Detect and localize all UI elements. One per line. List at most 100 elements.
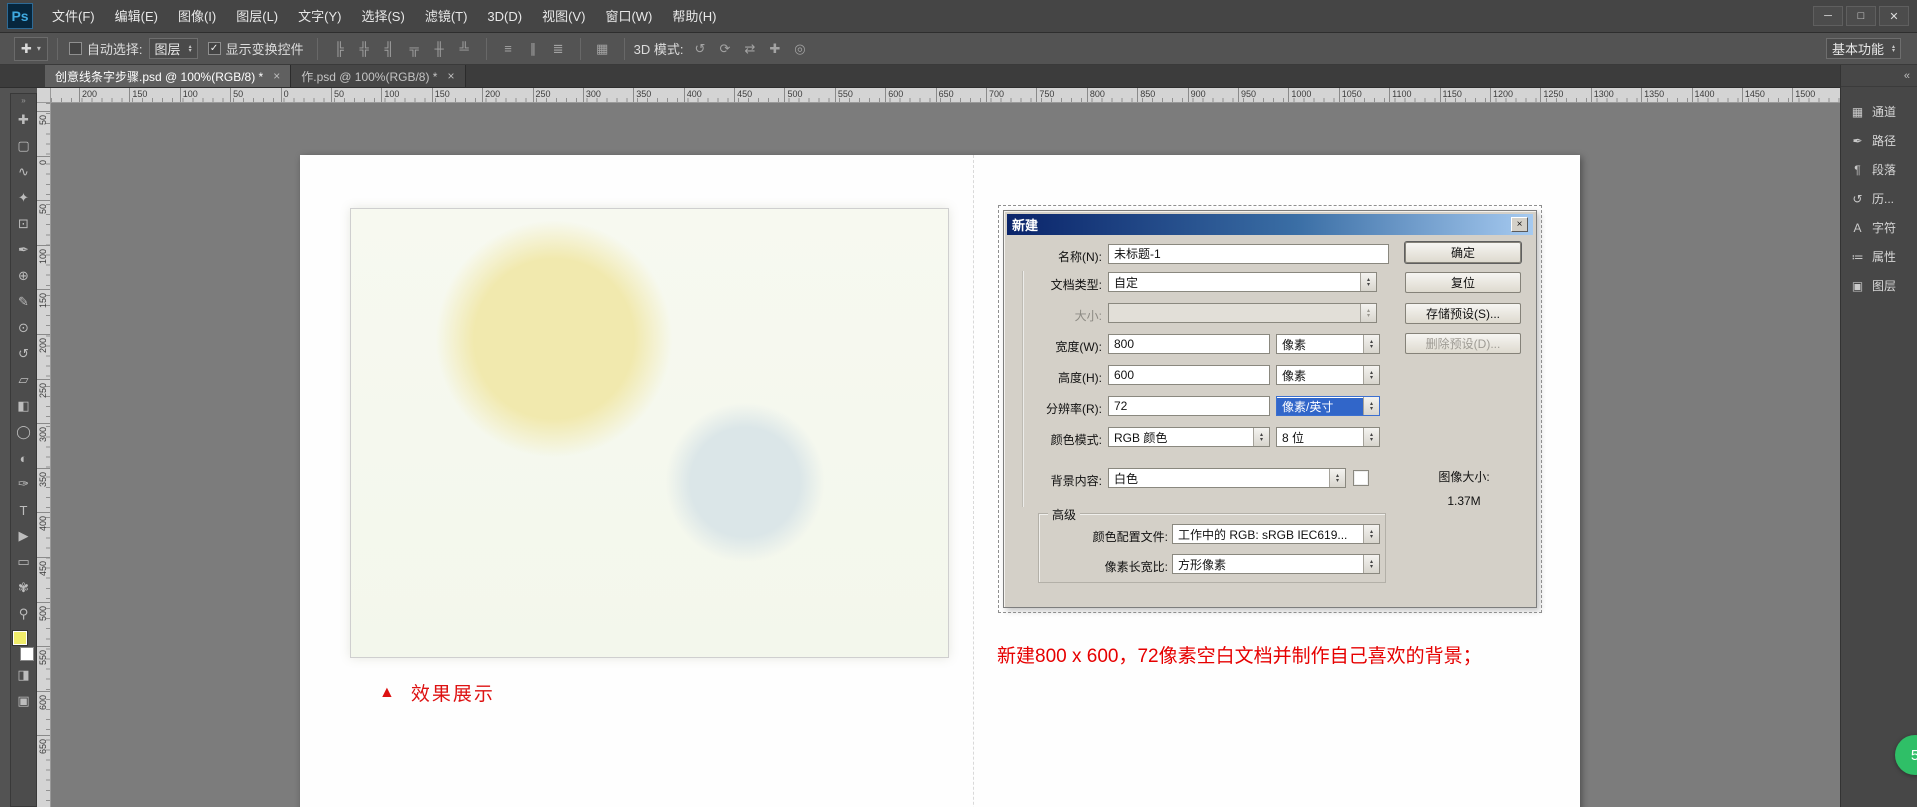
tool-button[interactable]: ⊡ — [11, 211, 36, 237]
tool-button[interactable]: ✚ — [11, 107, 36, 133]
menu-item[interactable]: 文字(Y) — [288, 0, 351, 33]
document-tab-active[interactable]: 创意线条字步骤.psd @ 100%(RGB/8) * × — [45, 65, 291, 87]
3d-mode-icon[interactable]: ◎ — [787, 41, 812, 57]
tool-icon: ▱ — [19, 372, 29, 388]
dock-panel-button[interactable]: ▦ 通道 — [1841, 97, 1917, 126]
bit-depth-select[interactable]: 8 位 ▴▾ — [1276, 427, 1380, 447]
effect-caption: ▲ 效果展示 — [379, 679, 495, 706]
menu-item[interactable]: 窗口(W) — [595, 0, 662, 33]
tool-button[interactable]: ⊙ — [11, 315, 36, 341]
align-icon[interactable]: ╫ — [427, 41, 452, 56]
color-mode-select[interactable]: RGB 颜色 ▴▾ — [1108, 427, 1270, 447]
menu-item[interactable]: 滤镜(T) — [415, 0, 478, 33]
resolution-unit-select[interactable]: 像素/英寸 ▴▾ — [1276, 396, 1380, 416]
menu-item[interactable]: 视图(V) — [532, 0, 595, 33]
foreground-color-swatch[interactable] — [13, 631, 27, 645]
align-icon[interactable]: ╣ — [377, 41, 402, 56]
3d-mode-icon[interactable]: ↺ — [687, 41, 712, 57]
tool-button[interactable]: ✦ — [11, 185, 36, 211]
tool-preset-picker[interactable]: ✚ ▾ — [14, 37, 48, 61]
width-input[interactable]: 800 — [1108, 334, 1270, 354]
distribute-icon[interactable]: ≡ — [496, 41, 521, 56]
height-unit-select[interactable]: 像素 ▴▾ — [1276, 365, 1380, 385]
tool-button[interactable]: ∿ — [11, 159, 36, 185]
window-control-button[interactable]: ─ — [1813, 6, 1843, 26]
menu-item[interactable]: 选择(S) — [351, 0, 414, 33]
dock-panel-button[interactable]: ✒ 路径 — [1841, 126, 1917, 155]
name-input[interactable]: 未标题-1 — [1108, 244, 1389, 264]
dock-panel-button[interactable]: ▣ 图层 — [1841, 271, 1917, 300]
distribute-icon[interactable]: ≣ — [546, 41, 571, 57]
tool-button[interactable]: ✾ — [11, 575, 36, 601]
3d-mode-icon[interactable]: ⇄ — [737, 41, 762, 57]
3d-mode-icon[interactable]: ✚ — [762, 41, 787, 57]
show-transform-checkbox[interactable]: ✓ — [208, 42, 221, 55]
menu-item[interactable]: 文件(F) — [42, 0, 105, 33]
pixel-aspect-select[interactable]: 方形像素 ▴▾ — [1172, 554, 1380, 574]
ok-button[interactable]: 确定 — [1405, 242, 1521, 263]
auto-align-icon[interactable]: ▦ — [590, 41, 615, 57]
tool-icon: ✚ — [18, 112, 29, 128]
tool-button[interactable]: ▣ — [11, 688, 36, 714]
color-profile-select[interactable]: 工作中的 RGB: sRGB IEC619... ▴▾ — [1172, 524, 1380, 544]
doctype-select[interactable]: 自定 ▴▾ — [1108, 272, 1377, 292]
tool-button[interactable]: ▢ — [11, 133, 36, 159]
tool-button[interactable]: ▭ — [11, 549, 36, 575]
tool-button[interactable]: ✎ — [11, 289, 36, 315]
collapse-toolbar-icon[interactable]: » — [21, 94, 25, 107]
tool-button[interactable]: ⊕ — [11, 263, 36, 289]
expand-dock-icon[interactable]: « — [1841, 65, 1917, 87]
tool-button[interactable]: ▱ — [11, 367, 36, 393]
dock-panel-button[interactable]: ¶ 段落 — [1841, 155, 1917, 184]
tool-button[interactable]: ✑ — [11, 471, 36, 497]
reset-button[interactable]: 复位 — [1405, 272, 1521, 293]
background-color-swatch[interactable] — [20, 647, 34, 661]
combo-arrows-icon: ▴▾ — [1253, 428, 1269, 446]
menu-item[interactable]: 帮助(H) — [662, 0, 726, 33]
tool-button[interactable]: ⚲ — [11, 601, 36, 627]
dock-panel-button[interactable]: ↺ 历... — [1841, 184, 1917, 213]
window-control-button[interactable]: ✕ — [1879, 6, 1909, 26]
tab-close-icon[interactable]: × — [273, 69, 280, 83]
align-icon[interactable]: ╩ — [452, 41, 477, 56]
workspace-switcher[interactable]: 基本功能 ▴▾ — [1826, 38, 1901, 59]
tool-button[interactable]: ◯ — [11, 419, 36, 445]
menu-item[interactable]: 图像(I) — [168, 0, 226, 33]
tool-button[interactable]: ◐ — [11, 445, 36, 471]
tool-button[interactable]: ✒ — [11, 237, 36, 263]
tool-icon: ⊙ — [18, 320, 29, 336]
auto-select-target-dropdown[interactable]: 图层 ▴▾ — [149, 38, 198, 59]
ruler-number: 1400 — [1695, 89, 1715, 99]
align-icon[interactable]: ╬ — [352, 41, 377, 56]
tool-button[interactable]: ◧ — [11, 393, 36, 419]
window-control-button[interactable]: □ — [1846, 6, 1876, 26]
panel-dock: « ▦ 通道 ✒ 路径 ¶ 段落 ↺ — [1840, 65, 1917, 807]
tab-close-icon[interactable]: × — [447, 69, 454, 83]
background-color-chip[interactable] — [1353, 470, 1369, 486]
caption-text: 效果展示 — [411, 679, 495, 706]
background-contents-select[interactable]: 白色 ▴▾ — [1108, 468, 1346, 488]
menu-item[interactable]: 编辑(E) — [105, 0, 168, 33]
align-icon[interactable]: ╠ — [327, 41, 352, 56]
dock-panel-button[interactable]: ≔ 属性 — [1841, 242, 1917, 271]
distribute-icon[interactable]: ∥ — [521, 41, 546, 57]
menu-item[interactable]: 3D(D) — [477, 0, 532, 33]
resolution-input[interactable]: 72 — [1108, 396, 1270, 416]
menu-item[interactable]: 图层(L) — [226, 0, 288, 33]
tool-button[interactable]: ◨ — [11, 662, 36, 688]
save-preset-button[interactable]: 存储预设(S)... — [1405, 303, 1521, 324]
ruler-number: 100 — [38, 249, 48, 264]
align-icon[interactable]: ╦ — [402, 41, 427, 56]
width-unit-select[interactable]: 像素 ▴▾ — [1276, 334, 1380, 354]
tool-button[interactable]: ↺ — [11, 341, 36, 367]
dialog-close-button[interactable]: × — [1511, 217, 1528, 232]
dock-panel-button[interactable]: A 字符 — [1841, 213, 1917, 242]
document-tab[interactable]: 作.psd @ 100%(RGB/8) * × — [291, 65, 465, 87]
height-input[interactable]: 600 — [1108, 365, 1270, 385]
effect-preview-image — [350, 208, 949, 658]
panel-icon: ▣ — [1850, 279, 1865, 293]
auto-select-checkbox[interactable] — [69, 42, 82, 55]
3d-mode-icon[interactable]: ⟳ — [712, 41, 737, 57]
tool-button[interactable]: ▶ — [11, 523, 36, 549]
tool-button[interactable]: T — [11, 497, 36, 523]
